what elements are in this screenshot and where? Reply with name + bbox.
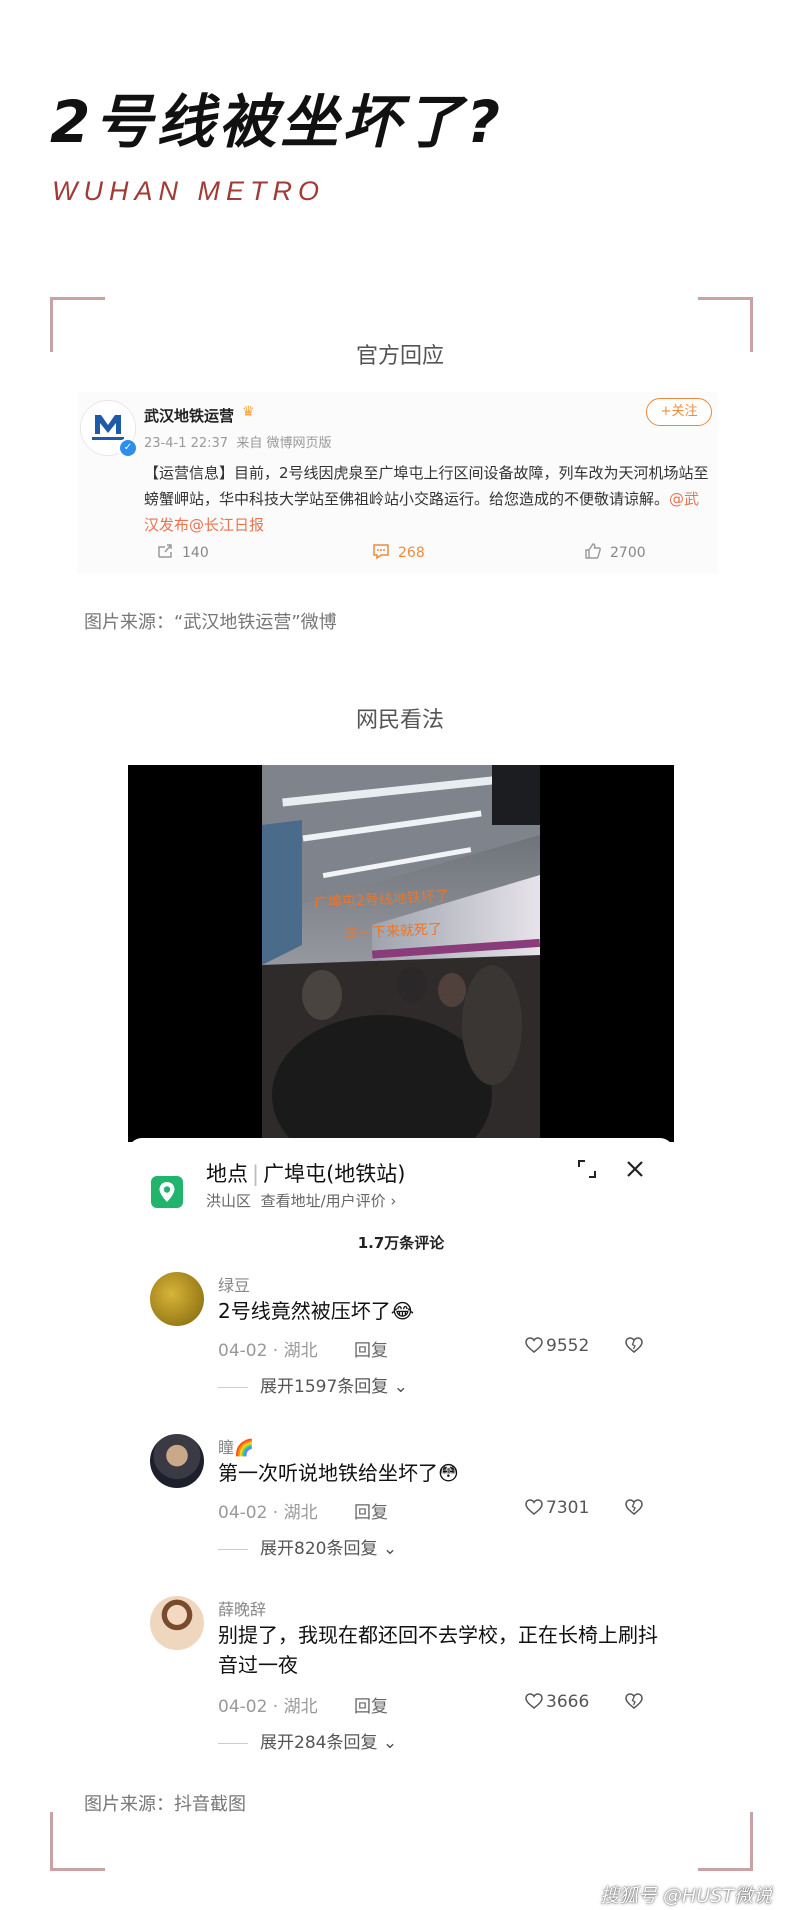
repost-count: 140	[182, 545, 209, 561]
like-count: 2700	[610, 545, 646, 561]
weibo-post-meta: 23-4-1 22:37 来自 微博网页版	[144, 432, 331, 451]
image-source-weibo: 图片来源：“武汉地铁运营”微博	[84, 612, 337, 633]
comment-author[interactable]: 瞳🌈	[218, 1434, 254, 1458]
comment-item: 薛晚辞 别提了，我现在都还回不去学校，正在长椅上刷抖音过一夜 04-02 · 湖…	[128, 1596, 674, 1766]
section-heading-netizens: 网民看法	[355, 708, 444, 733]
page-title: 2号线被坐坏了?	[50, 88, 505, 156]
comment-date: 04-02 · 湖北	[218, 1341, 318, 1361]
video-player[interactable]: 广埠屯2号线地铁坏了 车一下来就死了	[128, 765, 674, 1142]
expand-replies-button[interactable]: 展开1597条回复 ⌄	[218, 1372, 408, 1397]
comment-icon	[373, 544, 389, 560]
divider-line	[218, 1386, 248, 1388]
avatar[interactable]	[150, 1272, 204, 1326]
follow-button[interactable]: +关注	[646, 398, 712, 426]
chevron-down-icon: ⌄	[377, 1733, 398, 1753]
comment-like-count: 7301	[546, 1498, 590, 1518]
comment-like-count: 3666	[546, 1692, 590, 1712]
comment-count: 268	[398, 545, 425, 561]
image-source-douyin: 图片来源：抖音截图	[84, 1794, 246, 1815]
expand-replies-button[interactable]: 展开820条回复 ⌄	[218, 1534, 397, 1559]
comment-author[interactable]: 薛晚辞	[218, 1596, 266, 1620]
expand-replies-label: 展开1597条回复	[260, 1377, 389, 1397]
weibo-post-time: 23-4-1 22:37	[144, 436, 229, 451]
thumbs-up-icon	[585, 543, 601, 559]
close-icon[interactable]	[624, 1158, 646, 1184]
comment-like-button[interactable]: 9552	[524, 1336, 589, 1356]
chevron-down-icon: ⌄	[377, 1539, 398, 1559]
expand-replies-button[interactable]: 展开284条回复 ⌄	[218, 1728, 397, 1753]
watermark: 搜狐号 @HUST微说	[600, 1885, 772, 1907]
comment-like-count: 9552	[546, 1336, 590, 1356]
comment-text: 第一次听说地铁给坐坏了😳	[218, 1461, 459, 1485]
comment-button[interactable]: 268	[372, 540, 425, 566]
expand-replies-label: 展开820条回复	[260, 1539, 378, 1559]
comment-date: 04-02 · 湖北	[218, 1503, 318, 1523]
broken-heart-icon	[625, 1337, 643, 1353]
comment-item: 绿豆 2号线竟然被压坏了😂 04-02 · 湖北 回复 9552 展开1597条…	[128, 1272, 674, 1422]
broken-heart-icon	[625, 1499, 643, 1515]
heart-icon	[525, 1337, 543, 1353]
comments-panel: 地点 | 广埠屯(地铁站) 洪山区 查看地址/用户评价 › 1.7万条评论 绿豆 2…	[128, 1138, 674, 1774]
repost-button[interactable]: 140	[156, 540, 209, 566]
comment-total: 1.7万条评论	[357, 1234, 445, 1252]
verified-badge-icon: ✓	[118, 438, 138, 458]
video-frame: 广埠屯2号线地铁坏了 车一下来就死了	[262, 765, 540, 1142]
broken-heart-icon	[625, 1693, 643, 1709]
reply-button[interactable]: 回复	[354, 1692, 388, 1717]
comment-text: 别提了，我现在都还回不去学校，正在长椅上刷抖音过一夜	[218, 1623, 658, 1677]
comment-like-button[interactable]: 3666	[524, 1692, 589, 1712]
weibo-account-name[interactable]: 武汉地铁运营	[144, 405, 234, 426]
corner-bottom-right	[698, 1812, 753, 1871]
comment-author[interactable]: 绿豆	[218, 1272, 250, 1296]
location-separator: |	[252, 1162, 260, 1186]
comment-like-button[interactable]: 7301	[524, 1498, 589, 1518]
weibo-post-source: 来自 微博网页版	[236, 436, 332, 451]
expand-icon[interactable]	[576, 1158, 598, 1184]
dislike-button[interactable]	[624, 1336, 644, 1358]
weibo-post-text: 【运营信息】目前，2号线因虎泉至广埠屯上行区间设备故障，列车改为天河机场站至螃蟹…	[144, 460, 714, 538]
heart-icon	[525, 1499, 543, 1515]
expand-replies-label: 展开284条回复	[260, 1733, 378, 1753]
reply-button[interactable]: 回复	[354, 1498, 388, 1523]
location-label: 地点	[206, 1162, 248, 1186]
repost-icon	[158, 544, 172, 558]
avatar[interactable]	[150, 1434, 204, 1488]
comment-item: 瞳🌈 第一次听说地铁给坐坏了😳 04-02 · 湖北 回复 7301 展开820…	[128, 1434, 674, 1584]
location-title[interactable]: 地点 | 广埠屯(地铁站)	[206, 1158, 405, 1188]
comment-date: 04-02 · 湖北	[218, 1697, 318, 1717]
chevron-down-icon: ⌄	[388, 1377, 408, 1397]
dislike-button[interactable]	[624, 1498, 644, 1520]
divider-line	[218, 1548, 248, 1550]
divider-line	[218, 1742, 248, 1744]
location-name: 广埠屯(地铁站)	[263, 1162, 406, 1186]
crown-icon: ♛	[242, 404, 255, 420]
location-pin-icon	[151, 1176, 183, 1208]
heart-icon	[525, 1693, 543, 1709]
subway-scene-image	[262, 765, 540, 1142]
dislike-button[interactable]	[624, 1692, 644, 1714]
view-address-link[interactable]: 查看地址/用户评价 ›	[261, 1192, 397, 1210]
reply-button[interactable]: 回复	[354, 1336, 388, 1361]
like-button[interactable]: 2700	[584, 540, 646, 566]
weibo-post-body: 【运营信息】目前，2号线因虎泉至广埠屯上行区间设备故障，列车改为天河机场站至螃蟹…	[144, 464, 709, 508]
location-subtitle[interactable]: 洪山区 查看地址/用户评价 ›	[206, 1190, 396, 1211]
weibo-post-card: ✓ 武汉地铁运营 ♛ 23-4-1 22:37 来自 微博网页版 +关注 【运营…	[78, 392, 718, 574]
corner-bottom-left	[50, 1812, 105, 1871]
avatar[interactable]	[150, 1596, 204, 1650]
location-district: 洪山区	[206, 1192, 252, 1210]
section-heading-official: 官方回应	[355, 344, 444, 369]
page-subtitle: WUHAN METRO	[52, 176, 325, 206]
comment-text: 2号线竟然被压坏了😂	[218, 1299, 415, 1323]
weibo-action-bar: 140 268 2700	[78, 540, 718, 570]
